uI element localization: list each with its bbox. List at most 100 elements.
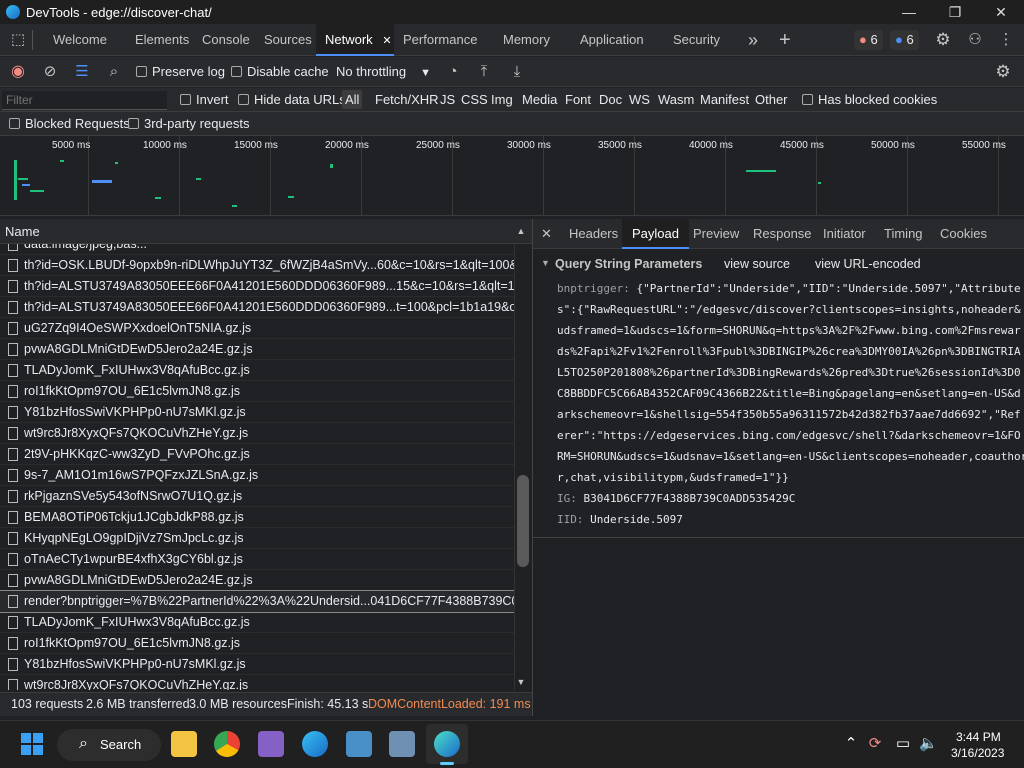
- request-row[interactable]: KHyqpNEgLO9gpIDjiVz7SmJpcLc.gz.js: [0, 528, 514, 549]
- view-source-link[interactable]: view source: [724, 257, 790, 271]
- network-settings-gear-icon[interactable]: ⚙: [993, 62, 1013, 82]
- export-har-icon[interactable]: ⤓: [507, 62, 527, 82]
- request-row[interactable]: th?id=ALSTU3749A83050EEE66F0A41201E560DD…: [0, 297, 514, 318]
- more-tabs-icon[interactable]: »: [748, 24, 758, 56]
- tab-console[interactable]: Console: [202, 24, 250, 56]
- scroll-down-icon[interactable]: ▼: [515, 672, 527, 692]
- tab-security[interactable]: Security: [673, 24, 720, 56]
- request-row[interactable]: pvwA8GDLMniGtDEwD5Jero2a24E.gz.js: [0, 570, 514, 591]
- tab-elements[interactable]: Elements: [135, 24, 189, 56]
- filter-type-ws[interactable]: WS: [629, 92, 650, 107]
- photo-viewer-icon[interactable]: [346, 731, 372, 757]
- request-row[interactable]: Y81bzHfosSwiVKPHPp0-nU7sMKl.gz.js: [0, 402, 514, 423]
- sync-icon[interactable]: ⟳: [866, 734, 884, 754]
- tab-performance[interactable]: Performance: [403, 24, 477, 56]
- filter-input[interactable]: [2, 91, 162, 109]
- filter-icon[interactable]: ☰: [72, 62, 92, 82]
- tab-welcome[interactable]: Welcome: [53, 24, 107, 56]
- close-window-button[interactable]: ✕: [978, 0, 1024, 24]
- request-row[interactable]: roI1fkKtOpm97OU_6E1c5lvmJN8.gz.js: [0, 633, 514, 654]
- request-row[interactable]: th?id=ALSTU3749A83050EEE66F0A41201E560DD…: [0, 276, 514, 297]
- tab-network[interactable]: Network ✕: [316, 24, 394, 56]
- disable-cache-checkbox[interactable]: Disable cache: [231, 64, 329, 79]
- tab-cookies[interactable]: Cookies: [940, 219, 987, 249]
- filter-type-js[interactable]: JS: [440, 92, 455, 107]
- clear-icon[interactable]: ⊘: [40, 62, 60, 82]
- add-tab-icon[interactable]: +: [779, 24, 791, 56]
- import-har-icon[interactable]: ⤒: [474, 62, 494, 82]
- monitor-icon[interactable]: ▭: [894, 734, 912, 754]
- hide-data-urls-checkbox[interactable]: Hide data URLs: [238, 92, 346, 107]
- filter-type-css[interactable]: CSS: [461, 92, 488, 107]
- more-options-icon[interactable]: ⋮: [996, 30, 1016, 50]
- tab-sources[interactable]: Sources: [264, 24, 312, 56]
- record-stop-icon[interactable]: ◉: [8, 62, 28, 82]
- filter-type-doc[interactable]: Doc: [599, 92, 622, 107]
- edge-icon[interactable]: [302, 731, 328, 757]
- request-row[interactable]: uG27Zq9I4OeSWPXxdoelOnT5NIA.gz.js: [0, 318, 514, 339]
- edge-dev-icon[interactable]: [434, 731, 460, 757]
- restore-button[interactable]: ❐: [932, 0, 978, 24]
- request-row[interactable]: TLADyJomK_FxIUHwx3V8qAfuBcc.gz.js: [0, 612, 514, 633]
- tab-response[interactable]: Response: [753, 219, 812, 249]
- visual-studio-icon[interactable]: [258, 731, 284, 757]
- request-row[interactable]: wt9rc8Jr8XyxQFs7QKOCuVhZHeY.gz.js: [0, 675, 514, 690]
- tab-timing[interactable]: Timing: [884, 219, 923, 249]
- request-row[interactable]: 2t9V-pHKKqzC-ww3ZyD_FVvPOhc.gz.js: [0, 444, 514, 465]
- chevron-up-icon[interactable]: ⌃: [843, 734, 859, 754]
- filter-type-font[interactable]: Font: [565, 92, 591, 107]
- customize-icon[interactable]: ⚇: [965, 30, 985, 50]
- request-row[interactable]: Y81bzHfosSwiVKPHPp0-nU7sMKl.gz.js: [0, 654, 514, 675]
- view-url-encoded-link[interactable]: view URL-encoded: [815, 257, 921, 271]
- request-row[interactable]: 9s-7_AM1O1m16wS7PQFzxJZLSnA.gz.js: [0, 465, 514, 486]
- column-name-header[interactable]: Name: [5, 224, 40, 239]
- query-string-section-header[interactable]: ▼ Query String Parameters view source vi…: [533, 252, 1024, 276]
- request-row[interactable]: data:image/jpeg;bas...: [0, 244, 514, 255]
- invert-checkbox[interactable]: Invert: [180, 92, 229, 107]
- taskbar-search-button[interactable]: ⌕ Search: [57, 729, 161, 761]
- request-row[interactable]: oTnAeCTy1wpurBE4xfhX3gCY6bl.gz.js: [0, 549, 514, 570]
- tab-close-icon[interactable]: ✕: [382, 35, 391, 47]
- request-row[interactable]: pvwA8GDLMniGtDEwD5Jero2a24E.gz.js: [0, 339, 514, 360]
- remote-desktop-icon[interactable]: [389, 731, 415, 757]
- filter-input-wrap[interactable]: [2, 91, 167, 110]
- request-row[interactable]: th?id=OSK.LBUDf-9opxb9n-riDLWhpJuYT3Z_6f…: [0, 255, 514, 276]
- tab-payload[interactable]: Payload: [622, 219, 689, 249]
- blocked-requests-checkbox[interactable]: Blocked Requests: [9, 116, 130, 131]
- filter-type-other[interactable]: Other: [755, 92, 788, 107]
- inspect-element-icon[interactable]: ⬚: [8, 30, 28, 50]
- request-row[interactable]: wt9rc8Jr8XyxQFs7QKOCuVhZHeY.gz.js: [0, 423, 514, 444]
- requests-scrollbar[interactable]: [514, 244, 532, 690]
- tab-initiator[interactable]: Initiator: [823, 219, 866, 249]
- request-row[interactable]: BEMA8OTiP06Tckju1JCgbJdkP88.gz.js: [0, 507, 514, 528]
- throttling-select[interactable]: No throttling ▼: [336, 64, 431, 79]
- filter-type-img[interactable]: Img: [491, 92, 513, 107]
- tab-application[interactable]: Application: [580, 24, 644, 56]
- file-explorer-icon[interactable]: [171, 731, 197, 757]
- close-detail-icon[interactable]: ✕: [541, 219, 552, 249]
- volume-icon[interactable]: 🔈: [919, 734, 938, 754]
- tab-preview[interactable]: Preview: [693, 219, 739, 249]
- panel-divider[interactable]: [532, 219, 533, 716]
- scroll-up-icon[interactable]: ▲: [515, 221, 527, 241]
- request-row[interactable]: TLADyJomK_FxIUHwx3V8qAfuBcc.gz.js: [0, 360, 514, 381]
- preserve-log-checkbox[interactable]: Preserve log: [136, 64, 225, 79]
- clock-date[interactable]: 3/16/2023: [951, 746, 1004, 760]
- search-icon[interactable]: ⌕: [104, 62, 124, 82]
- filter-type-manifest[interactable]: Manifest: [700, 92, 749, 107]
- network-conditions-icon[interactable]: ◔: [443, 62, 463, 82]
- windows-start-icon[interactable]: [21, 733, 43, 755]
- errors-badge[interactable]: ● 6: [854, 30, 883, 50]
- scrollbar-thumb[interactable]: [517, 475, 529, 567]
- minimize-button[interactable]: —: [886, 0, 932, 24]
- chrome-icon[interactable]: [214, 731, 240, 757]
- request-row[interactable]: roI1fkKtOpm97OU_6E1c5lvmJN8.gz.js: [0, 381, 514, 402]
- filter-type-all[interactable]: All: [342, 90, 363, 109]
- has-blocked-cookies-checkbox[interactable]: Has blocked cookies: [802, 92, 937, 107]
- clock-time[interactable]: 3:44 PM: [956, 730, 1001, 744]
- request-row[interactable]: render?bnptrigger=%7B%22PartnerId%22%3A%…: [0, 590, 514, 613]
- filter-type-media[interactable]: Media: [522, 92, 557, 107]
- tab-memory[interactable]: Memory: [503, 24, 550, 56]
- third-party-requests-checkbox[interactable]: 3rd-party requests: [128, 116, 250, 131]
- warnings-badge[interactable]: ● 6: [890, 30, 919, 50]
